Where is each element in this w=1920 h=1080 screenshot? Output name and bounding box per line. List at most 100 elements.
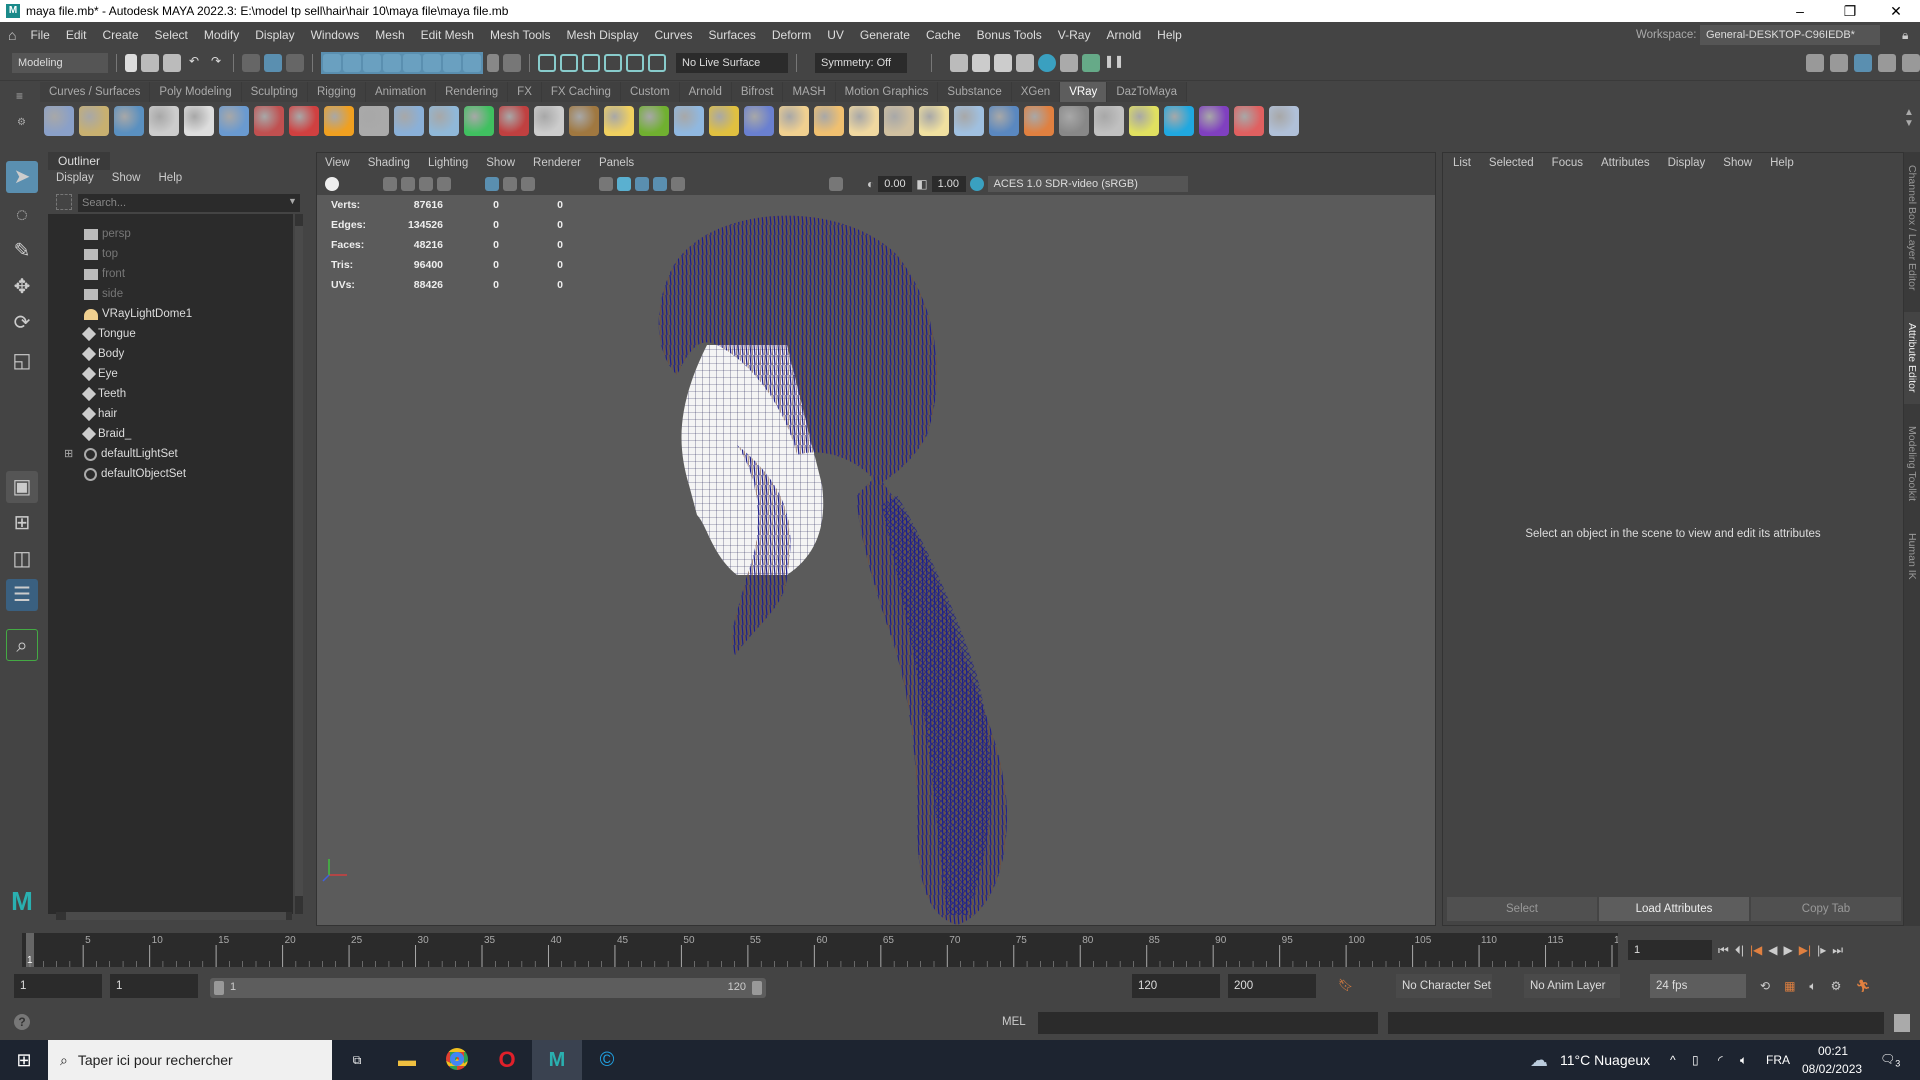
script-editor-icon[interactable] <box>1894 1014 1910 1032</box>
snap-surface-icon[interactable] <box>403 54 421 72</box>
shelf-tab-rendering[interactable]: Rendering <box>436 82 509 102</box>
menu-mesh-display[interactable]: Mesh Display <box>558 28 646 42</box>
vray-scene-icon[interactable] <box>114 106 144 136</box>
menuset-dropdown[interactable]: Modeling <box>12 53 108 73</box>
camera-icon[interactable] <box>254 106 284 136</box>
menu-display[interactable]: Display <box>247 28 302 42</box>
channel-box-icon[interactable] <box>1902 54 1920 72</box>
outliner-item[interactable]: hair <box>81 404 117 424</box>
single-view-icon[interactable]: ▣ <box>6 471 38 503</box>
outliner-item[interactable]: side <box>84 284 123 304</box>
menu-arnold[interactable]: Arnold <box>1098 28 1149 42</box>
plane-icon[interactable] <box>954 106 984 136</box>
cone-icon[interactable] <box>429 106 459 136</box>
select-tool-icon[interactable]: ➤ <box>6 161 38 193</box>
lock-selection-icon[interactable] <box>487 54 499 72</box>
workspace-dropdown[interactable]: General-DESKTOP-C96IEDB* <box>1700 25 1880 45</box>
meet-icon[interactable]: ▯ <box>1692 1053 1699 1067</box>
expand-icon[interactable]: ⊞ <box>64 444 73 464</box>
menu-edit-mesh[interactable]: Edit Mesh <box>413 28 482 42</box>
menu-uv[interactable]: UV <box>819 28 852 42</box>
camera-select-icon[interactable] <box>383 177 397 191</box>
command-input[interactable] <box>1038 1012 1378 1034</box>
viewport-menu-view[interactable]: View <box>325 157 350 169</box>
shelf-tab-bifrost[interactable]: Bifrost <box>731 82 784 102</box>
menu-modify[interactable]: Modify <box>196 28 247 42</box>
cache-icon[interactable]: ▦ <box>1784 979 1795 994</box>
xray-icon[interactable] <box>653 177 667 191</box>
menu-bonus-tools[interactable]: Bonus Tools <box>969 28 1050 42</box>
gamma-field[interactable]: 1.00 <box>931 176 966 192</box>
outliner-menu-show[interactable]: Show <box>112 172 141 184</box>
range-slider[interactable]: 1 120 <box>210 978 766 998</box>
outliner-tab[interactable]: Outliner <box>48 152 111 170</box>
spot-light-icon[interactable] <box>464 106 494 136</box>
chrome-icon[interactable] <box>432 1047 482 1073</box>
shelf-tab-vray[interactable]: VRay <box>1060 82 1108 102</box>
fire-icon[interactable] <box>324 106 354 136</box>
menu-mesh-tools[interactable]: Mesh Tools <box>482 28 558 42</box>
tab-attribute-editor[interactable]: Attribute Editor <box>1904 312 1920 404</box>
rotate-tool-icon[interactable]: ⟳ <box>6 307 38 339</box>
document-icon[interactable] <box>184 106 214 136</box>
clock-time[interactable]: 00:21 <box>1818 1044 1848 1058</box>
viewport-menu-show[interactable]: Show <box>486 157 515 169</box>
go-to-start-icon[interactable]: ⏮ <box>1718 943 1729 958</box>
outliner-item[interactable]: defaultObjectSet <box>84 464 186 484</box>
character-set-dropdown[interactable]: No Character Set <box>1396 974 1492 998</box>
two-view-icon[interactable]: ◫ <box>6 543 38 575</box>
curve-icon[interactable] <box>709 106 739 136</box>
vray-color-icon[interactable] <box>1024 106 1054 136</box>
time-slider[interactable]: 5 10 15 20 25 30 35 40 45 50 55 60 65 70 75 80 85 90 95 100… <box>22 933 1631 967</box>
highlight-icon[interactable] <box>503 54 521 72</box>
start-time-field[interactable]: 1 <box>14 974 102 998</box>
new-scene-icon[interactable] <box>125 54 137 72</box>
shelf-tab-fx-caching[interactable]: FX Caching <box>541 82 621 102</box>
particles-icon[interactable] <box>674 106 704 136</box>
auto-key-icon[interactable]: 🔖︎ <box>1338 978 1353 992</box>
lock-icon[interactable]: 🔒︎ <box>1902 28 1908 43</box>
menu-select[interactable]: Select <box>147 28 196 42</box>
play-forward-icon[interactable]: ▶ <box>1784 943 1793 957</box>
outliner-vscrollbar[interactable] <box>295 214 303 914</box>
menu-cache[interactable]: Cache <box>918 28 969 42</box>
wireframe-icon[interactable] <box>599 177 613 191</box>
bookmark-icon[interactable] <box>419 177 433 191</box>
render-seq-icon[interactable] <box>972 54 990 72</box>
bulb-icon[interactable] <box>1129 106 1159 136</box>
construction-icon[interactable] <box>560 54 578 72</box>
copy-tab-button[interactable]: Copy Tab <box>1751 897 1901 921</box>
snap-help-icon[interactable] <box>463 54 481 72</box>
outliner-layout-icon[interactable]: ☰ <box>6 579 38 611</box>
home-icon[interactable]: ⌂ <box>0 27 22 43</box>
hypershade-icon[interactable] <box>1038 54 1056 72</box>
viewport-panel[interactable]: View Shading Lighting Show Renderer Panels ◐ … <box>316 152 1436 926</box>
menu-windows[interactable]: Windows <box>303 28 368 42</box>
shelf-menu-icon[interactable]: ≡ <box>16 89 23 103</box>
outliner-item[interactable]: Tongue <box>81 324 136 344</box>
tab-channel-box[interactable]: Channel Box / Layer Editor <box>1904 158 1920 298</box>
ies-light-icon[interactable] <box>884 106 914 136</box>
outliner-item[interactable]: Body <box>81 344 124 364</box>
snap-view-icon[interactable] <box>423 54 441 72</box>
task-view-icon[interactable]: ⧉ <box>332 1053 382 1068</box>
menu-curves[interactable]: Curves <box>647 28 701 42</box>
command-language-label[interactable]: MEL <box>1002 1016 1026 1028</box>
sound-icon[interactable]: 🔈︎ <box>1809 979 1816 994</box>
menu-file[interactable]: File <box>22 28 57 42</box>
attr-menu-selected[interactable]: Selected <box>1489 157 1534 169</box>
tab-human-ik[interactable]: Human IK <box>1904 526 1920 586</box>
step-forward-icon[interactable]: |▸ <box>1817 943 1826 957</box>
shelf-tab-poly-modeling[interactable]: Poly Modeling <box>150 82 242 102</box>
shelf-tab-rigging[interactable]: Rigging <box>307 82 366 102</box>
sphere-shaded-icon[interactable] <box>989 106 1019 136</box>
file-explorer-icon[interactable]: ▬ <box>382 1050 432 1071</box>
sunburst-icon[interactable] <box>919 106 949 136</box>
tray-chevron-icon[interactable]: ^ <box>1670 1053 1676 1067</box>
viewport-menu-shading[interactable]: Shading <box>368 157 410 169</box>
chaos-cloud-icon[interactable] <box>1164 106 1194 136</box>
input-ops-icon[interactable] <box>582 54 600 72</box>
taskbar-search-input[interactable]: ⌕ Taper ici pour rechercher <box>48 1040 332 1080</box>
shelf-tab-curves-surfaces[interactable]: Curves / Surfaces <box>40 82 151 102</box>
soft-select-icon[interactable] <box>648 54 666 72</box>
